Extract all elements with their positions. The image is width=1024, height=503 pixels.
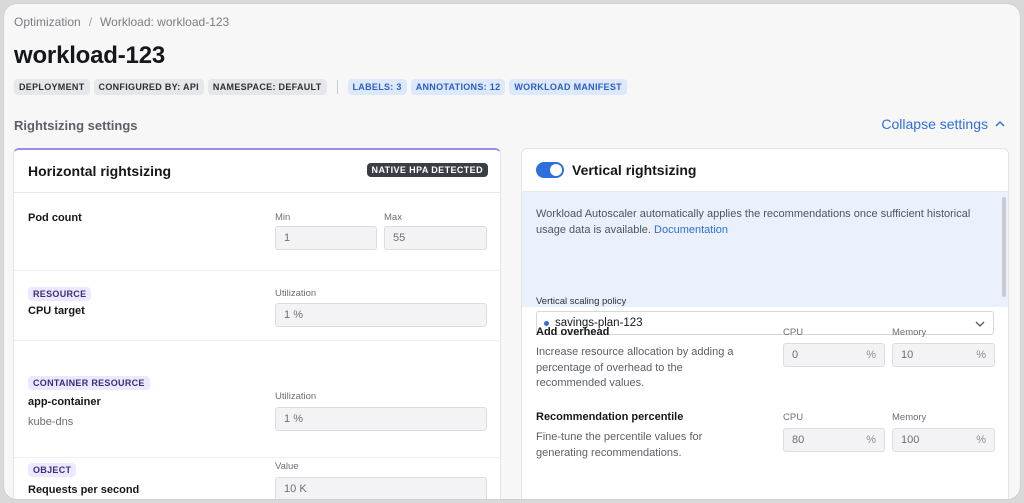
overhead-cpu-input[interactable]: 0% [783,343,885,367]
overhead-label: Add overhead [536,326,610,338]
annotations-link[interactable]: ANNOTATIONS: 12 [410,79,506,95]
native-hpa-badge: NATIVE HPA DETECTED [366,163,488,177]
container-utilization-input[interactable]: 1 % [275,407,487,431]
container-utilization-label: Utilization [275,391,317,402]
percentile-memory-unit: % [976,434,986,446]
info-text: Workload Autoscaler automatically applie… [536,206,986,238]
resource-pill: RESOURCE [28,287,92,301]
percentile-cpu-unit: % [866,434,876,446]
collapse-settings-label: Collapse settings [881,116,988,132]
vertical-panel-title: Vertical rightsizing [572,162,697,178]
object-label: Requests per second [28,484,140,496]
object-pill: OBJECT [28,463,77,477]
percentile-desc: Fine-tune the percentile values for gene… [536,431,703,459]
percentile-memory-label: Memory [892,412,927,423]
breadcrumb-current: Workload: workload-123 [100,15,230,29]
workload-manifest-link[interactable]: WORKLOAD MANIFEST [509,79,627,95]
breadcrumb-root[interactable]: Optimization [14,15,81,29]
info-box: Workload Autoscaler automatically applie… [522,192,1008,335]
pod-count-label: Pod count [28,212,82,224]
tag-namespace: NAMESPACE: DEFAULT [207,79,327,95]
cpu-utilization-unit: % [293,309,303,321]
vertical-panel-header: Vertical rightsizing [522,149,1008,192]
vertical-rightsizing-toggle[interactable] [536,162,564,178]
max-label: Max [384,212,402,223]
overhead-cpu-value: 0 [792,349,799,361]
overhead-desc: Increase resource allocation by adding a… [536,346,734,389]
percentile-label: Recommendation percentile [536,411,684,423]
tag-configured-by: CONFIGURED BY: API [93,79,204,95]
max-pod-input[interactable]: 55 [384,226,487,250]
horizontal-panel-header: Horizontal rightsizing NATIVE HPA DETECT… [14,150,500,193]
min-pod-input[interactable]: 1 [275,226,377,250]
max-pod-value: 55 [393,232,406,244]
breadcrumb: Optimization / Workload: workload-123 [14,15,229,29]
object-value: 10 [284,483,297,495]
container-resource-pill: CONTAINER RESOURCE [28,376,150,390]
page-title: workload-123 [14,42,165,69]
cpu-utilization-value: 1 [284,309,291,321]
toggle-knob [550,164,562,176]
overhead-cpu-label: CPU [783,327,804,338]
object-value-unit: K [299,483,307,495]
object-value-label: Value [275,461,299,472]
overhead-memory-value: 10 [901,349,914,361]
horizontal-panel-title: Horizontal rightsizing [28,163,172,179]
pod-count-row: Pod count Min 1 Max 55 [14,193,500,271]
chevron-down-icon [975,321,985,327]
cpu-target-row: RESOURCE CPU target Utilization 1 % [14,271,500,341]
app-window: Optimization / Workload: workload-123 work… [3,3,1021,500]
percentile-cpu-label: CPU [783,412,804,423]
cpu-utilization-label: Utilization [275,288,317,299]
chevron-up-icon [995,120,1005,127]
tag-divider [336,80,338,94]
documentation-link[interactable]: Documentation [654,224,728,236]
vertical-rightsizing-panel: Vertical rightsizing Workload Autoscaler… [521,148,1009,499]
container-sub-label: kube-dns [28,416,74,428]
container-utilization-value: 1 [284,413,291,425]
percentile-cpu-value: 80 [792,434,805,446]
tag-row: DEPLOYMENT CONFIGURED BY: API NAMESPACE:… [14,79,627,95]
labels-link[interactable]: LABELS: 3 [347,79,407,95]
section-title: Rightsizing settings [14,118,138,133]
overhead-cpu-unit: % [866,349,876,361]
object-row: OBJECT Requests per second Value 10 K [14,458,500,499]
percentile-cpu-input[interactable]: 80% [783,428,885,452]
scrollbar[interactable] [1002,197,1006,297]
container-resource-row: CONTAINER RESOURCE app-container kube-dn… [14,341,500,458]
cpu-utilization-input[interactable]: 1 % [275,303,487,327]
min-pod-value: 1 [284,232,291,244]
min-label: Min [275,212,291,223]
container-name-label: app-container [28,396,101,408]
object-value-input[interactable]: 10 K [275,477,487,499]
horizontal-rightsizing-panel: Horizontal rightsizing NATIVE HPA DETECT… [13,148,501,499]
cpu-target-label: CPU target [28,305,85,317]
breadcrumb-separator: / [88,15,93,29]
tag-deployment: DEPLOYMENT [14,79,90,95]
overhead-memory-label: Memory [892,327,927,338]
percentile-memory-input[interactable]: 100% [892,428,995,452]
policy-label: Vertical scaling policy [536,296,627,307]
container-utilization-unit: % [293,413,303,425]
overhead-memory-unit: % [976,349,986,361]
overhead-memory-input[interactable]: 10% [892,343,995,367]
info-message: Workload Autoscaler automatically applie… [536,208,971,236]
collapse-settings-button[interactable]: Collapse settings [881,116,1006,132]
percentile-memory-value: 100 [901,434,920,446]
